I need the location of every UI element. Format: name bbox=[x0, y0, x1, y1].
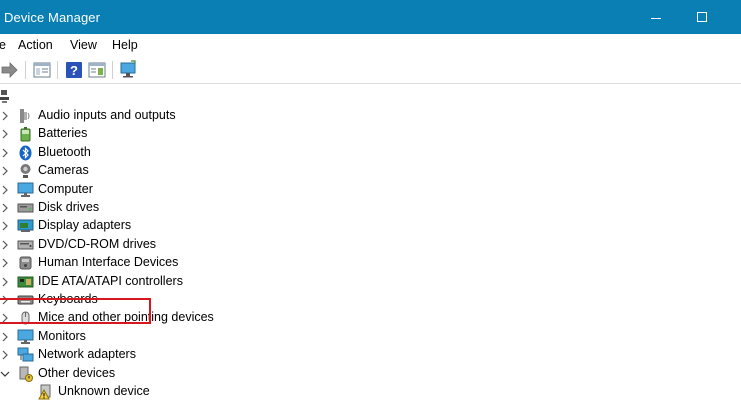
menu-bar: e Action View Help bbox=[0, 34, 741, 56]
other-devices-icon bbox=[19, 366, 33, 382]
network-adapter-icon bbox=[17, 347, 34, 362]
chevron-right-icon[interactable] bbox=[0, 184, 10, 196]
menu-file[interactable]: e bbox=[0, 38, 6, 52]
tree-item-dvd-cd-rom-drives[interactable]: DVD/CD-ROM drives bbox=[0, 236, 741, 254]
bluetooth-icon bbox=[19, 145, 32, 161]
chevron-right-icon[interactable] bbox=[0, 276, 10, 288]
chevron-right-icon[interactable] bbox=[0, 239, 10, 251]
hid-icon bbox=[19, 256, 32, 270]
title-bar: Device Manager bbox=[0, 0, 741, 34]
tree-item-label: Display adapters bbox=[38, 218, 132, 233]
help-icon[interactable]: ? bbox=[64, 60, 84, 80]
tree-item-label: Disk drives bbox=[38, 200, 100, 214]
properties-console-icon[interactable] bbox=[32, 60, 52, 80]
menu-help[interactable]: Help bbox=[112, 38, 138, 52]
tree-item-other-devices[interactable]: Other devices bbox=[0, 365, 741, 383]
forward-arrow-icon[interactable] bbox=[0, 60, 20, 80]
chevron-right-icon[interactable] bbox=[0, 331, 10, 343]
chevron-right-icon[interactable] bbox=[0, 165, 10, 177]
tree-item-label: DVD/CD-ROM drives bbox=[38, 236, 157, 251]
device-tree: Audio inputs and outputs Batteries Bluetoo… bbox=[0, 86, 741, 400]
warning-device-icon bbox=[38, 384, 51, 400]
speaker-icon bbox=[20, 109, 30, 123]
toolbar-separator bbox=[112, 61, 113, 79]
ide-controller-icon bbox=[17, 276, 34, 288]
maximize-icon bbox=[697, 12, 707, 22]
highlight-box bbox=[0, 298, 151, 324]
monitor-icon bbox=[17, 329, 34, 344]
tree-item-label: Network adapters bbox=[38, 347, 136, 362]
svg-text:?: ? bbox=[70, 63, 78, 78]
tree-item-audio-inputs-and-outputs[interactable]: Audio inputs and outputs bbox=[0, 107, 741, 125]
chevron-right-icon[interactable] bbox=[0, 349, 10, 361]
tree-item-label: Bluetooth bbox=[38, 144, 91, 159]
action-pane-icon[interactable] bbox=[87, 60, 107, 80]
camera-icon bbox=[20, 164, 31, 179]
tree-item-label: Other devices bbox=[38, 365, 116, 380]
menu-action[interactable]: Action bbox=[18, 38, 53, 52]
minimize-icon bbox=[651, 17, 661, 19]
window-title: Device Manager bbox=[4, 10, 101, 25]
tree-item-network-adapters[interactable]: Network adapters bbox=[0, 346, 741, 364]
tree-item-label: Audio inputs and outputs bbox=[38, 108, 176, 122]
computer-root-icon[interactable] bbox=[0, 90, 12, 104]
chevron-right-icon[interactable] bbox=[0, 257, 10, 269]
chevron-right-icon[interactable] bbox=[0, 128, 10, 140]
tree-item-disk-drives[interactable]: Disk drives bbox=[0, 199, 741, 217]
tree-item-display-adapters[interactable]: Display adapters bbox=[0, 217, 741, 235]
tree-item-computer[interactable]: Computer bbox=[0, 181, 741, 199]
tree-item-label: Batteries bbox=[38, 126, 88, 141]
tree-item-label: IDE ATA/ATAPI controllers bbox=[38, 273, 183, 288]
chevron-down-icon[interactable] bbox=[0, 368, 10, 380]
toolbar-separator bbox=[25, 61, 26, 79]
chevron-right-icon[interactable] bbox=[0, 202, 10, 214]
battery-icon bbox=[20, 127, 31, 142]
monitor-icon bbox=[17, 182, 34, 197]
disk-drive-icon bbox=[17, 203, 34, 213]
maximize-button[interactable] bbox=[679, 0, 725, 34]
tree-item-human-interface-devices[interactable]: Human Interface Devices bbox=[0, 254, 741, 272]
chevron-right-icon[interactable] bbox=[0, 220, 10, 232]
menu-view[interactable]: View bbox=[70, 38, 97, 52]
tree-item-label: Monitors bbox=[38, 328, 86, 343]
tree-item-unknown-device[interactable]: Unknown device bbox=[0, 383, 741, 400]
chevron-right-icon[interactable] bbox=[0, 147, 10, 159]
minimize-button[interactable] bbox=[633, 0, 679, 34]
tree-item-label: Unknown device bbox=[58, 384, 150, 398]
toolbar-separator bbox=[57, 61, 58, 79]
tree-item-label: Cameras bbox=[38, 163, 89, 178]
tree-item-label: Computer bbox=[38, 181, 93, 196]
dvd-drive-icon bbox=[17, 240, 34, 250]
chevron-right-icon[interactable] bbox=[0, 110, 10, 122]
tree-item-monitors[interactable]: Monitors bbox=[0, 328, 741, 346]
tree-item-ide-ata-atapi-controllers[interactable]: IDE ATA/ATAPI controllers bbox=[0, 273, 741, 291]
scan-hardware-icon[interactable] bbox=[118, 60, 138, 80]
display-adapter-icon bbox=[17, 219, 34, 233]
tree-item-label: Human Interface Devices bbox=[38, 255, 179, 270]
toolbar: ? bbox=[0, 56, 741, 84]
tree-item-batteries[interactable]: Batteries bbox=[0, 125, 741, 143]
tree-item-cameras[interactable]: Cameras bbox=[0, 162, 741, 180]
tree-item-bluetooth[interactable]: Bluetooth bbox=[0, 144, 741, 162]
